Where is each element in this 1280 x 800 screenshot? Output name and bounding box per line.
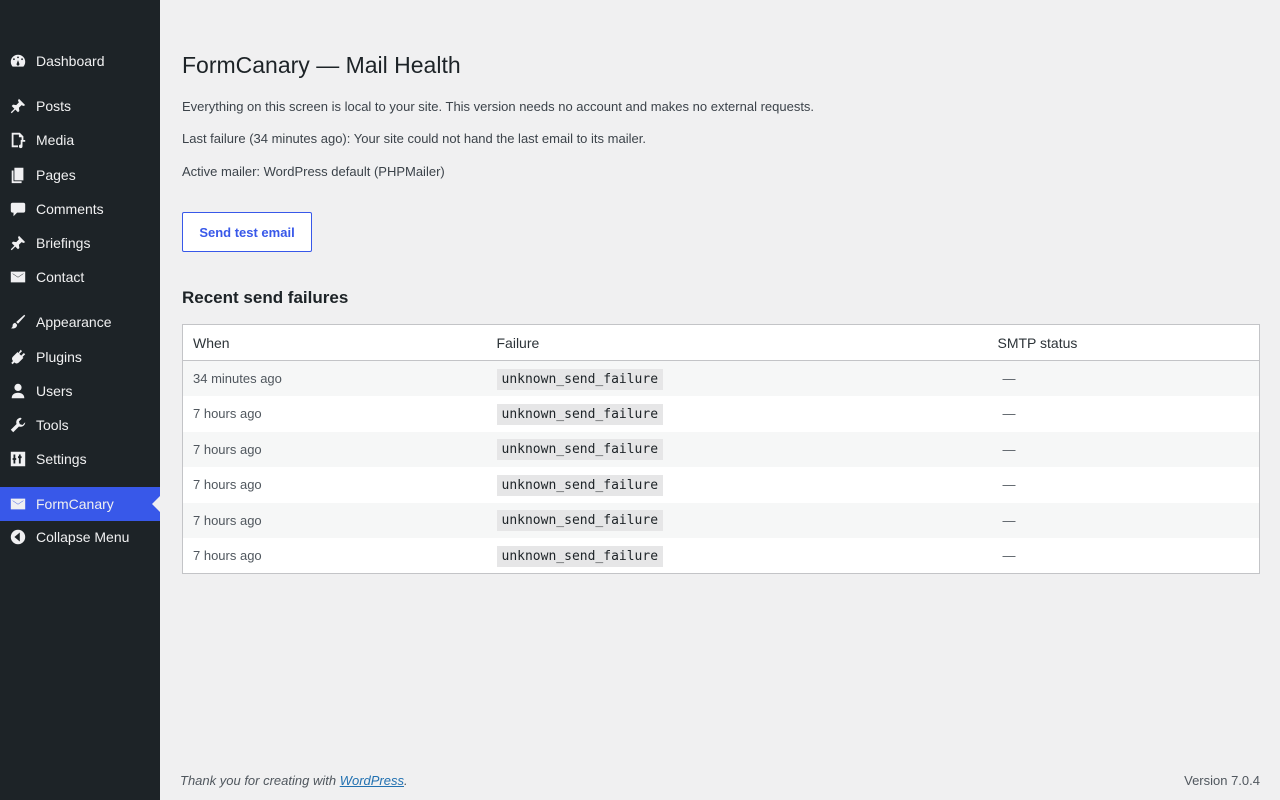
collapse-menu-button[interactable]: Collapse Menu [0, 520, 160, 554]
table-row: 7 hours ago unknown_send_failure — [182, 538, 1260, 574]
table-row: 34 minutes ago unknown_send_failure — [182, 360, 1260, 396]
sidebar-item-tools[interactable]: Tools [0, 408, 160, 442]
send-test-email-button[interactable]: Send test email [182, 212, 312, 252]
cell-smtp-status: — [987, 538, 1260, 574]
sidebar-item-pages[interactable]: Pages [0, 158, 160, 192]
cell-smtp-status: — [987, 502, 1260, 538]
sidebar-item-plugins[interactable]: Plugins [0, 340, 160, 374]
failure-code: unknown_send_failure [496, 510, 664, 532]
cell-failure: unknown_send_failure [486, 467, 988, 503]
mail-icon [8, 267, 28, 287]
admin-sidebar: Dashboard Posts Media Pages Comments Bri… [0, 0, 160, 800]
cell-when: 7 hours ago [182, 396, 487, 432]
mail-icon [8, 494, 28, 514]
cell-when: 7 hours ago [182, 538, 487, 574]
dashboard-icon [8, 51, 28, 71]
section-title: Recent send failures [182, 288, 349, 307]
column-header-when: When [182, 324, 487, 361]
failure-code: unknown_send_failure [496, 545, 664, 567]
column-header-failure: Failure [486, 324, 988, 361]
comment-icon [8, 199, 28, 219]
sidebar-item-contact[interactable]: Contact [0, 260, 160, 294]
sidebar-item-posts[interactable]: Posts [0, 89, 160, 123]
sidebar-item-label: Dashboard [36, 53, 105, 69]
wrench-icon [8, 415, 28, 435]
footer-thanks: Thank you for creating with WordPress. [180, 773, 408, 788]
sidebar-item-briefings[interactable]: Briefings [0, 226, 160, 260]
failure-code: unknown_send_failure [496, 368, 664, 390]
sidebar-item-label: Comments [36, 201, 104, 217]
last-failure-text: Last failure (34 minutes ago): Your site… [182, 131, 646, 146]
failure-code: unknown_send_failure [496, 439, 664, 461]
footer-thanks-prefix: Thank you for creating with [180, 773, 340, 788]
sidebar-item-label: Tools [36, 417, 69, 433]
sidebar-item-users[interactable]: Users [0, 374, 160, 408]
cell-failure: unknown_send_failure [486, 396, 988, 432]
sidebar-item-dashboard[interactable]: Dashboard [0, 44, 160, 78]
collapse-icon [8, 527, 28, 547]
plugin-icon [8, 347, 28, 367]
column-header-smtp-status: SMTP status [987, 324, 1260, 361]
sidebar-item-label: Briefings [36, 235, 91, 251]
cell-when: 7 hours ago [182, 467, 487, 503]
active-mailer-text: Active mailer: WordPress default (PHPMai… [182, 164, 445, 179]
cell-when: 34 minutes ago [182, 360, 487, 396]
sidebar-item-label: Contact [36, 269, 85, 285]
cell-when: 7 hours ago [182, 431, 487, 467]
sidebar-item-label: Media [36, 132, 75, 148]
pages-icon [8, 165, 28, 185]
brush-icon [8, 312, 28, 332]
pin-icon [8, 96, 28, 116]
user-icon [8, 381, 28, 401]
footer-version: Version 7.0.4 [1184, 773, 1260, 788]
sidebar-item-label: Plugins [36, 349, 82, 365]
failure-code: unknown_send_failure [496, 474, 664, 496]
failures-table: When Failure SMTP status 34 minutes ago … [182, 324, 1260, 574]
sidebar-item-formcanary[interactable]: FormCanary [0, 487, 160, 521]
cell-smtp-status: — [987, 360, 1260, 396]
cell-failure: unknown_send_failure [486, 360, 988, 396]
sidebar-item-label: Appearance [36, 314, 112, 330]
pin-icon [8, 233, 28, 253]
table-row: 7 hours ago unknown_send_failure — [182, 467, 1260, 503]
media-icon [8, 130, 28, 150]
wordpress-link[interactable]: WordPress [340, 773, 404, 788]
sidebar-item-label: Collapse Menu [36, 529, 130, 545]
table-row: 7 hours ago unknown_send_failure — [182, 396, 1260, 432]
table-row: 7 hours ago unknown_send_failure — [182, 502, 1260, 538]
cell-failure: unknown_send_failure [486, 431, 988, 467]
cell-smtp-status: — [987, 431, 1260, 467]
cell-failure: unknown_send_failure [486, 502, 988, 538]
cell-smtp-status: — [987, 396, 1260, 432]
footer-thanks-suffix: . [404, 773, 408, 788]
cell-when: 7 hours ago [182, 502, 487, 538]
sidebar-item-appearance[interactable]: Appearance [0, 305, 160, 339]
sidebar-item-settings[interactable]: Settings [0, 442, 160, 476]
cell-smtp-status: — [987, 467, 1260, 503]
table-row: 7 hours ago unknown_send_failure — [182, 431, 1260, 467]
sidebar-item-label: FormCanary [36, 496, 114, 512]
sidebar-item-media[interactable]: Media [0, 123, 160, 157]
failure-code: unknown_send_failure [496, 403, 664, 425]
sidebar-item-label: Pages [36, 167, 76, 183]
settings-icon [8, 449, 28, 469]
sidebar-item-label: Posts [36, 98, 72, 114]
page-title: FormCanary — Mail Health [182, 52, 461, 78]
sidebar-item-label: Users [36, 383, 73, 399]
table-header-row: When Failure SMTP status [182, 324, 1260, 361]
intro-text: Everything on this screen is local to yo… [182, 99, 815, 114]
sidebar-item-label: Settings [36, 451, 87, 467]
sidebar-item-comments[interactable]: Comments [0, 192, 160, 226]
cell-failure: unknown_send_failure [486, 538, 988, 574]
